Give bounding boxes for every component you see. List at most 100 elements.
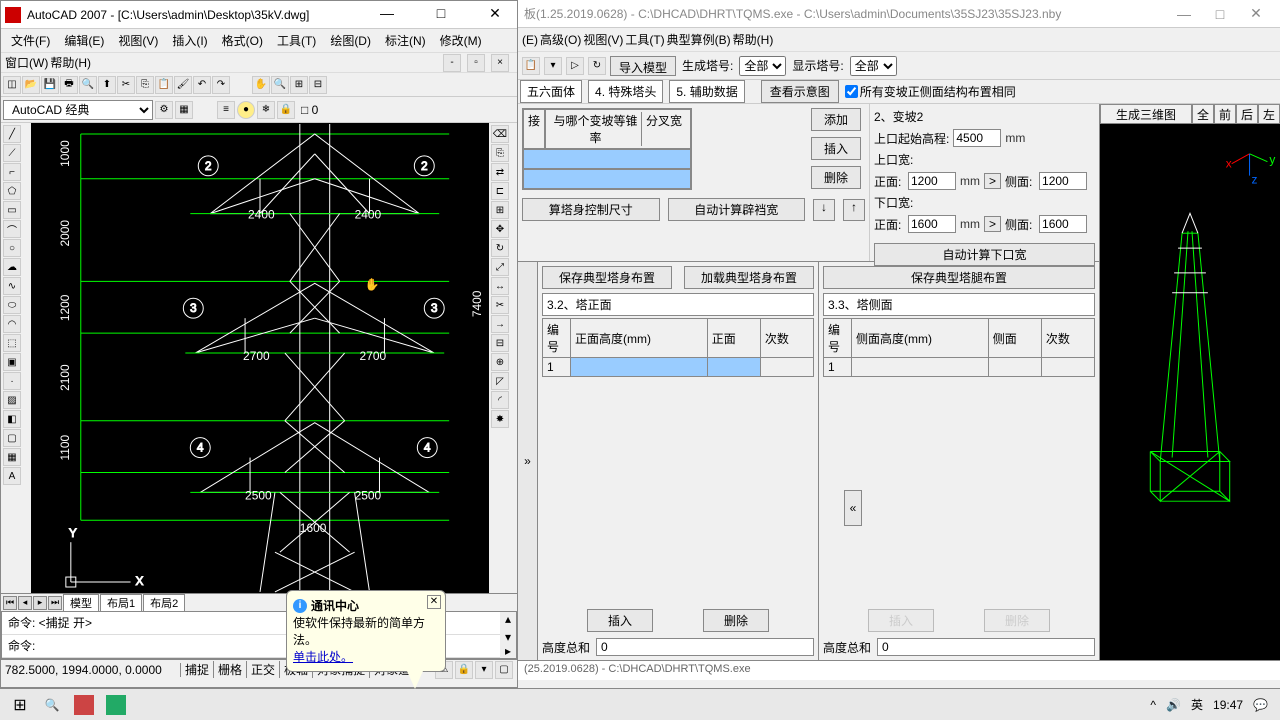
tray-volume-icon[interactable]: 🔊 [1166, 698, 1181, 712]
menu-help[interactable]: 帮助(H) [50, 54, 91, 71]
show-tower-select[interactable]: 全部 [850, 56, 897, 76]
clock[interactable]: 19:47 [1213, 698, 1243, 712]
delete-button[interactable]: 删除 [811, 166, 861, 189]
right-maximize-button[interactable]: □ [1202, 6, 1238, 22]
copy-right-button2[interactable]: > [984, 216, 1001, 232]
circle-icon[interactable]: ○ [3, 239, 21, 257]
tool4-icon[interactable]: ↻ [588, 57, 606, 75]
calc-size-button[interactable]: 算塔身控制尺寸 [522, 198, 660, 221]
expand-left-handle[interactable]: » [518, 262, 538, 660]
join-icon[interactable]: ⊕ [491, 353, 509, 371]
match-icon[interactable]: 🖌 [174, 76, 192, 94]
gradient-icon[interactable]: ◧ [3, 410, 21, 428]
menu-tools2[interactable]: 工具(T) [625, 31, 664, 48]
menu-view2[interactable]: 视图(V) [583, 31, 623, 48]
front-width1-input[interactable] [908, 172, 956, 190]
menu-view[interactable]: 视图(V) [112, 30, 164, 51]
front-table[interactable]: 编号正面高度(mm)正面次数 1 [542, 318, 814, 377]
insert-button[interactable]: 插入 [811, 137, 861, 160]
zoom-win-icon[interactable]: ⊞ [290, 76, 308, 94]
ellipse-arc-icon[interactable]: ◠ [3, 315, 21, 333]
menu-edit[interactable]: 编辑(E) [58, 30, 110, 51]
copy-icon[interactable]: ⎘ [136, 76, 154, 94]
view-back-button[interactable]: 后 [1236, 104, 1258, 124]
slope-grid[interactable]: 接 与哪个变坡等锥率分叉宽 [522, 108, 692, 190]
status-lock-icon[interactable]: 🔒 [455, 661, 473, 679]
menu-advanced[interactable]: 高级(O) [540, 31, 581, 48]
front-delete-button[interactable]: 删除 [703, 609, 769, 632]
tool2-icon[interactable]: ▾ [544, 57, 562, 75]
add-button[interactable]: 添加 [811, 108, 861, 131]
extend-icon[interactable]: → [491, 315, 509, 333]
taskbar-app2[interactable] [100, 691, 132, 719]
xline-icon[interactable]: ⟋ [3, 144, 21, 162]
up-button[interactable]: ↑ [843, 199, 865, 221]
snap-toggle[interactable]: 捕捉 [181, 661, 214, 678]
gen-tower-select[interactable]: 全部 [739, 56, 786, 76]
3d-viewport[interactable]: 生成三维图 全 前 后 左 x y z [1100, 104, 1280, 660]
side-delete-button[interactable]: 删除 [984, 609, 1050, 632]
side-width2-input[interactable] [1039, 215, 1087, 233]
pline-icon[interactable]: ⌐ [3, 163, 21, 181]
view-front-button[interactable]: 前 [1214, 104, 1236, 124]
status-clean-icon[interactable]: ▢ [495, 661, 513, 679]
erase-icon[interactable]: ⌫ [491, 125, 509, 143]
balloon-link[interactable]: 单击此处。 [293, 650, 353, 664]
trim-icon[interactable]: ✂ [491, 296, 509, 314]
layer-props-icon[interactable]: ≡ [217, 101, 235, 119]
start-button[interactable]: ⊞ [4, 691, 36, 719]
polygon-icon[interactable]: ⬠ [3, 182, 21, 200]
command-scrollbar[interactable]: ▴ ▾ ▸ [500, 612, 516, 658]
menu-modify[interactable]: 修改(M) [434, 30, 488, 51]
tab-first-icon[interactable]: ⏮ [3, 596, 17, 610]
save-body-button[interactable]: 保存典型塔身布置 [542, 266, 672, 289]
menu-format[interactable]: 格式(O) [216, 30, 269, 51]
front-insert-button[interactable]: 插入 [587, 609, 653, 632]
offset-icon[interactable]: ⊏ [491, 182, 509, 200]
notification-icon[interactable]: 💬 [1253, 698, 1268, 712]
front-total-input[interactable] [596, 638, 814, 656]
right-close-button[interactable]: ✕ [1238, 5, 1274, 22]
gen-3d-button[interactable]: 生成三维图 [1100, 104, 1192, 124]
tab-model[interactable]: 模型 [63, 594, 99, 612]
region-icon[interactable]: ▢ [3, 429, 21, 447]
ellipse-icon[interactable]: ⬭ [3, 296, 21, 314]
side-total-input[interactable] [877, 638, 1095, 656]
tab-layout1[interactable]: 布局1 [100, 594, 142, 612]
table-icon[interactable]: ▦ [3, 448, 21, 466]
mdi-restore-icon[interactable]: ▫ [467, 54, 485, 72]
menu-insert[interactable]: 插入(I) [166, 30, 213, 51]
undo-icon[interactable]: ↶ [193, 76, 211, 94]
front-width2-input[interactable] [908, 215, 956, 233]
revcloud-icon[interactable]: ☁ [3, 258, 21, 276]
hatch-icon[interactable]: ▨ [3, 391, 21, 409]
layer-name[interactable]: □ 0 [297, 103, 322, 117]
tool3-icon[interactable]: ▷ [566, 57, 584, 75]
minimize-button[interactable]: — [369, 5, 405, 25]
chamfer-icon[interactable]: ◸ [491, 372, 509, 390]
fillet-icon[interactable]: ◜ [491, 391, 509, 409]
rectangle-icon[interactable]: ▭ [3, 201, 21, 219]
publish-icon[interactable]: ⬆ [98, 76, 116, 94]
side-table[interactable]: 编号侧面高度(mm)侧面次数 1 [823, 318, 1095, 377]
line-icon[interactable]: ╱ [3, 125, 21, 143]
explode-icon[interactable]: ✸ [491, 410, 509, 428]
scale-icon[interactable]: ⤢ [491, 258, 509, 276]
ime-indicator[interactable]: 英 [1191, 696, 1203, 713]
tab-last-icon[interactable]: ⏭ [48, 596, 62, 610]
rotate-icon[interactable]: ↻ [491, 239, 509, 257]
balloon-close-button[interactable]: ✕ [427, 595, 441, 609]
down-button[interactable]: ↓ [813, 199, 835, 221]
top-elev-input[interactable] [953, 129, 1001, 147]
arc-icon[interactable]: ⌒ [3, 220, 21, 238]
load-body-button[interactable]: 加载典型塔身布置 [684, 266, 814, 289]
paste-tool-icon[interactable]: 📋 [522, 57, 540, 75]
tab-layout2[interactable]: 布局2 [143, 594, 185, 612]
close-button[interactable]: ✕ [477, 5, 513, 25]
ortho-toggle[interactable]: 正交 [247, 661, 280, 678]
cut-icon[interactable]: ✂ [117, 76, 135, 94]
calc-width-button[interactable]: 自动计算辟裆宽 [668, 198, 806, 221]
layer-on-icon[interactable]: ● [237, 101, 255, 119]
same-structure-checkbox[interactable]: 所有变坡正侧面结构布置相同 [845, 83, 1016, 100]
open-icon[interactable]: 📂 [22, 76, 40, 94]
